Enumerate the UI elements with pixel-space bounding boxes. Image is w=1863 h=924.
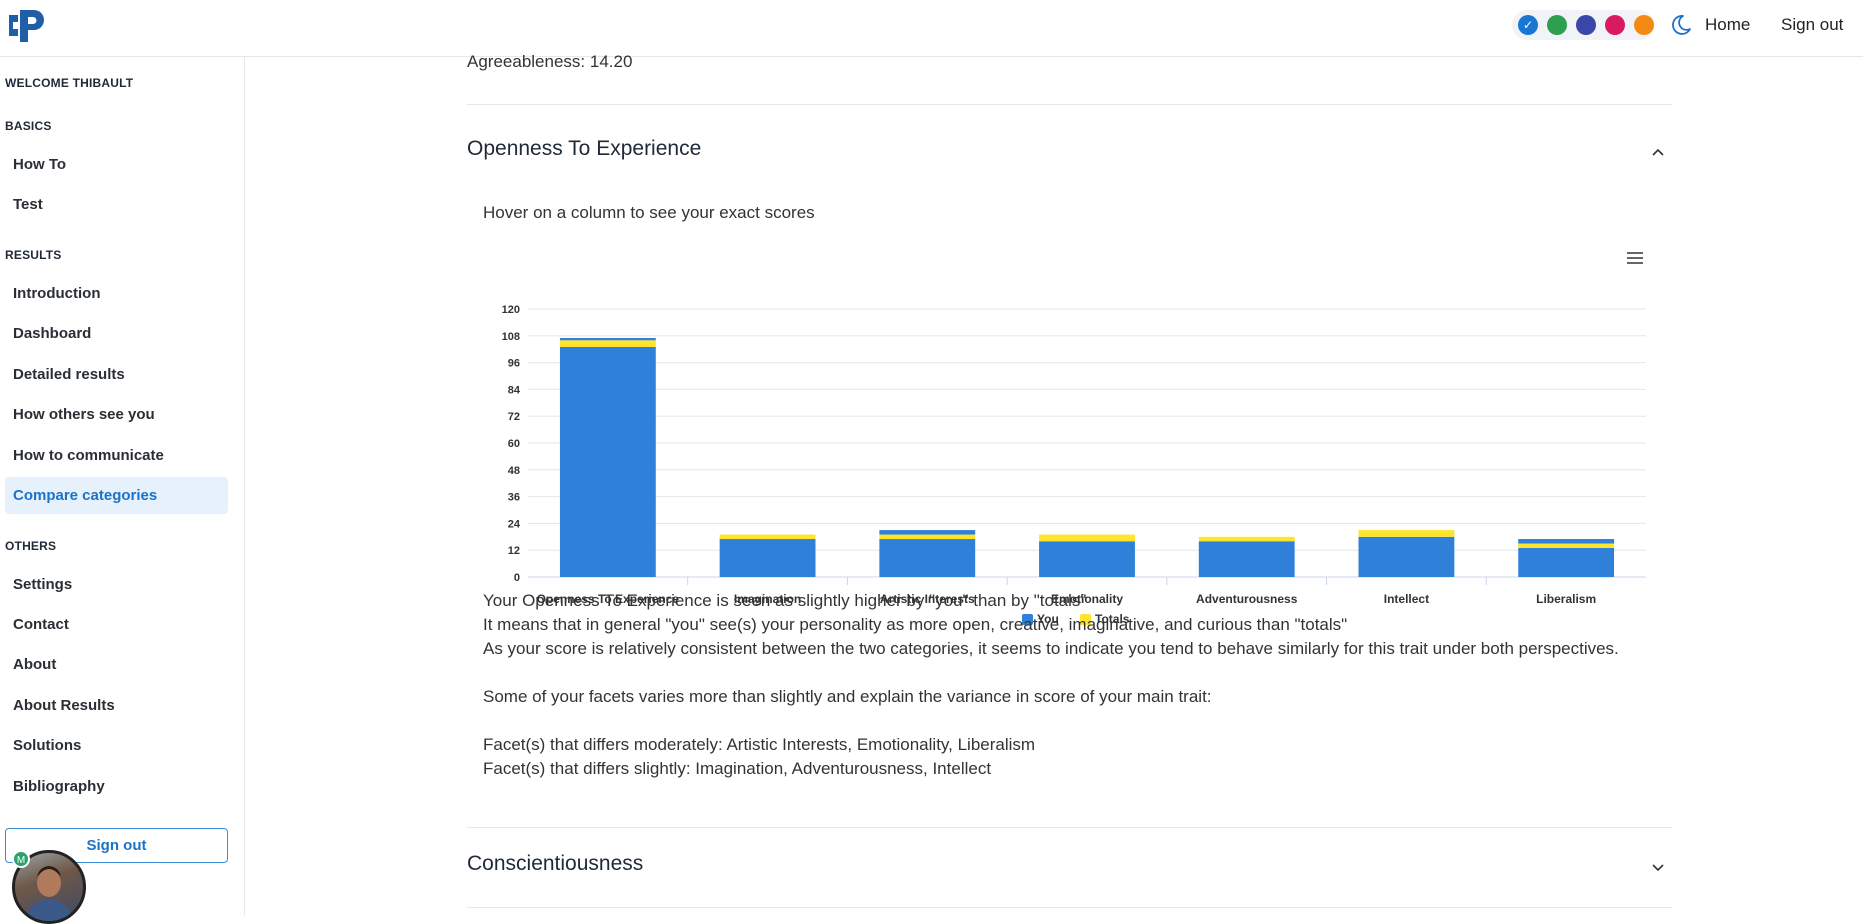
sidebar-item-bibliography[interactable]: Bibliography: [5, 768, 228, 805]
openness-desc-line4: Some of your facets varies more than sli…: [483, 687, 1212, 706]
sidebar-item-about[interactable]: About: [5, 646, 228, 683]
section-openness-title[interactable]: Openness To Experience: [467, 137, 701, 161]
divider: [467, 907, 1672, 908]
chart-hover-note: Hover on a column to see your exact scor…: [483, 203, 815, 222]
chart-bar-segment[interactable]: [879, 530, 976, 535]
sidebar-item-introduction[interactable]: Introduction: [5, 275, 228, 312]
chevron-up-icon[interactable]: [1651, 145, 1665, 159]
chart-bar-you[interactable]: [1039, 541, 1135, 577]
sidebar: WELCOME THIBAULT BASICS How To Test RESU…: [0, 57, 245, 915]
divider: [467, 104, 1672, 105]
chart-bar-you[interactable]: [1358, 536, 1455, 577]
sidebar-header-basics: BASICS: [5, 119, 52, 133]
chart-y-tick-label: 24: [508, 518, 521, 530]
chevron-down-icon[interactable]: [1651, 861, 1665, 875]
theme-color-picker: ✓: [1512, 10, 1654, 40]
top-bar: ✓ Home Sign out: [0, 0, 1863, 57]
sidebar-item-contact[interactable]: Contact: [5, 606, 228, 643]
chart-bar-totals[interactable]: [879, 534, 976, 540]
sidebar-item-test[interactable]: Test: [5, 186, 228, 223]
chart-bar-segment[interactable]: [559, 338, 656, 341]
chart-bar-totals[interactable]: [559, 340, 656, 347]
chart-y-tick-label: 36: [508, 492, 520, 504]
chart-x-tick-label: Adventurousness: [1196, 592, 1298, 606]
theme-color-blue[interactable]: ✓: [1518, 15, 1538, 35]
chart-bar-you[interactable]: [719, 539, 816, 577]
sidebar-item-dashboard[interactable]: Dashboard: [5, 315, 228, 352]
chart-bar-segment[interactable]: [1518, 539, 1615, 544]
sidebar-item-detailed-results[interactable]: Detailed results: [5, 356, 228, 393]
chart-y-tick-label: 72: [508, 411, 520, 423]
sidebar-item-compare-categories[interactable]: Compare categories: [5, 477, 228, 514]
chart-y-tick-label: 0: [514, 572, 520, 584]
openness-chart: 01224364860728496108120Openness To Exper…: [502, 252, 1646, 626]
logo-icon[interactable]: [6, 6, 50, 46]
chart-x-tick-label: Liberalism: [1536, 592, 1596, 606]
chart-bar-you[interactable]: [1198, 541, 1295, 577]
chart-bar-totals[interactable]: [1198, 536, 1295, 542]
openness-desc-line2: It means that in general "you" see(s) yo…: [483, 615, 1348, 634]
chart-bar-you[interactable]: [879, 539, 976, 577]
theme-color-orange[interactable]: [1634, 15, 1654, 35]
section-conscientiousness-title[interactable]: Conscientiousness: [467, 852, 643, 876]
main-content: Agreeableness: 14.20 Openness To Experie…: [246, 52, 1863, 915]
chart-bar-totals[interactable]: [1039, 534, 1135, 542]
chart-y-tick-label: 84: [508, 384, 521, 396]
sidebar-item-how-to-communicate[interactable]: How to communicate: [5, 437, 228, 474]
chart-y-tick-label: 60: [508, 438, 520, 450]
chart-y-tick-label: 48: [508, 465, 520, 477]
chart-y-tick-label: 120: [502, 304, 520, 316]
nav-signout-link[interactable]: Sign out: [1781, 15, 1843, 35]
theme-color-green[interactable]: [1547, 15, 1567, 35]
chart-y-tick-label: 96: [508, 358, 520, 370]
chart-x-tick-label: Intellect: [1384, 592, 1429, 606]
chart-bar-totals[interactable]: [1358, 530, 1455, 537]
sidebar-header-others: OTHERS: [5, 539, 57, 553]
openness-desc-line3: As your score is relatively consistent b…: [483, 639, 1619, 658]
theme-color-indigo[interactable]: [1576, 15, 1596, 35]
chart-bar-totals[interactable]: [719, 534, 816, 540]
chart-menu-icon[interactable]: [1627, 252, 1643, 264]
nav-home-link[interactable]: Home: [1705, 15, 1750, 35]
divider: [467, 827, 1672, 828]
chart-bar-you[interactable]: [1518, 547, 1615, 577]
sidebar-item-how-others-see-you[interactable]: How others see you: [5, 396, 228, 433]
chart-y-tick-label: 108: [502, 331, 520, 343]
sidebar-item-settings[interactable]: Settings: [5, 566, 228, 603]
openness-desc-line6: Facet(s) that differs slightly: Imaginat…: [483, 759, 992, 778]
moon-icon[interactable]: [1669, 13, 1693, 37]
sidebar-header-results: RESULTS: [5, 248, 62, 262]
agreeableness-score: Agreeableness: 14.20: [467, 52, 633, 71]
check-icon: ✓: [1522, 18, 1534, 32]
openness-desc-line5: Facet(s) that differs moderately: Artist…: [483, 735, 1036, 754]
avatar-status-badge: M: [12, 850, 30, 868]
chart-y-tick-label: 12: [508, 545, 520, 557]
theme-color-pink[interactable]: [1605, 15, 1625, 35]
sidebar-item-about-results[interactable]: About Results: [5, 687, 228, 724]
chart-bar-you[interactable]: [559, 346, 656, 577]
sidebar-item-solutions[interactable]: Solutions: [5, 727, 228, 764]
openness-desc-line1: Your Openness To Experience is seen as s…: [483, 591, 1087, 610]
chart-bar-totals[interactable]: [1518, 543, 1615, 548]
sidebar-item-how-to[interactable]: How To: [5, 146, 228, 183]
sidebar-welcome: WELCOME THIBAULT: [5, 76, 134, 90]
